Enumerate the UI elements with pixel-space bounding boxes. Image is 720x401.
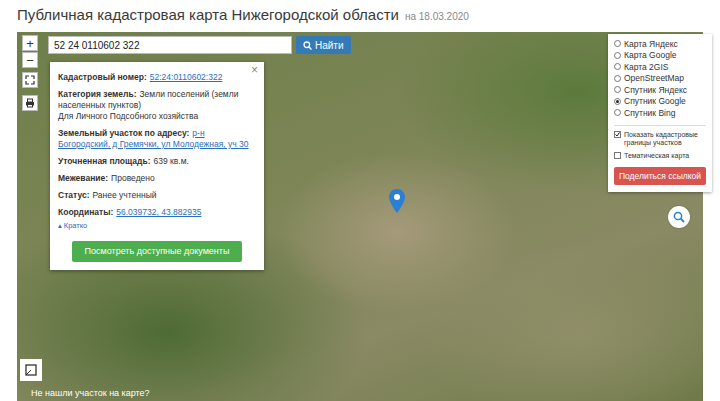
page-date: на 18.03.2020 xyxy=(405,11,469,22)
info-row: Уточненная площадь:639 кв.м. xyxy=(58,156,256,167)
magnifier-icon xyxy=(673,211,685,223)
layer-option[interactable]: Карта Google xyxy=(614,50,706,62)
pin-icon xyxy=(389,189,405,213)
info-label: Статус: xyxy=(58,190,89,200)
page-title: Публичная кадастровая карта Нижегородско… xyxy=(17,6,399,23)
layer-option[interactable]: Карта Яндекс xyxy=(614,38,706,50)
info-row: Категория земель:Земли поселений (земли … xyxy=(58,89,256,122)
layer-option[interactable]: OpenStreetMap xyxy=(614,73,706,85)
layer-radio[interactable] xyxy=(614,86,621,93)
layer-option[interactable]: Спутник Google xyxy=(614,96,706,108)
option-checkbox[interactable] xyxy=(614,131,621,138)
layer-radio[interactable] xyxy=(614,109,621,116)
search-icon xyxy=(303,41,312,50)
zoom-controls: +− xyxy=(22,35,38,68)
close-button[interactable]: × xyxy=(251,65,258,76)
info-link[interactable]: 52:24:0110602:322 xyxy=(150,72,223,82)
info-row: Межевание:Проведено xyxy=(58,173,256,184)
map-pin[interactable] xyxy=(389,189,405,217)
page-header: Публичная кадастровая карта Нижегородско… xyxy=(0,0,720,28)
info-label: Кадастровый номер: xyxy=(58,72,147,82)
option-row[interactable]: Показать кадастровые границы участков xyxy=(614,131,706,148)
collapse-label: Кратко xyxy=(64,220,88,231)
square-icon xyxy=(25,364,37,376)
map-view[interactable]: +−Найти×Кадастровый номер:52:24:0110602:… xyxy=(17,32,703,401)
search-input[interactable] xyxy=(48,36,292,54)
option-row[interactable]: Тематическая карта xyxy=(614,152,706,161)
collapse-toggle[interactable]: ▴Кратко xyxy=(58,220,256,231)
search-bar: Найти xyxy=(48,36,351,54)
zoom-in-button[interactable]: + xyxy=(22,35,38,51)
search-button[interactable]: Найти xyxy=(296,36,351,54)
layer-radio[interactable] xyxy=(614,98,621,105)
layer-label: Спутник Bing xyxy=(624,108,675,118)
documents-button[interactable]: Посмотреть доступные документы xyxy=(72,241,242,262)
layer-label: Спутник Яндекс xyxy=(624,85,687,95)
info-label: Земельный участок по адресу: xyxy=(58,128,189,138)
info-label: Межевание: xyxy=(58,173,108,183)
layers-toggle-button[interactable] xyxy=(20,359,42,381)
info-row: Кадастровый номер:52:24:0110602:322 xyxy=(58,72,256,83)
fullscreen-icon xyxy=(25,75,35,85)
option-checkbox[interactable] xyxy=(614,152,621,159)
info-row: Координаты:56.039732, 43.882935 xyxy=(58,207,256,218)
check-icon xyxy=(615,132,620,137)
layer-option[interactable]: Спутник Яндекс xyxy=(614,84,706,96)
layers-panel: Карта ЯндексКарта Google Карта 2GISOpenSt… xyxy=(608,34,712,192)
search-button-label: Найти xyxy=(315,40,344,51)
layer-label: Спутник Google xyxy=(624,96,686,106)
info-label: Категория земель: xyxy=(58,89,136,99)
info-row: Земельный участок по адресу:р-н Богородс… xyxy=(58,128,256,150)
option-label: Тематическая карта xyxy=(624,152,689,161)
info-note: Для Личного Подсобного хозяйства xyxy=(58,111,256,122)
option-label: Показать кадастровые границы участков xyxy=(624,131,706,148)
layer-label: Карта Google xyxy=(624,50,677,60)
info-label: Уточненная площадь: xyxy=(58,156,151,166)
map-options: Показать кадастровые границы участков Тем… xyxy=(614,125,706,161)
layer-radio[interactable] xyxy=(614,75,621,82)
layer-label: Карта 2GIS xyxy=(624,62,668,72)
info-label: Координаты: xyxy=(58,207,113,217)
info-value: 639 кв.м. xyxy=(154,156,189,166)
layer-radio[interactable] xyxy=(614,40,621,47)
printer-icon xyxy=(25,98,35,108)
layer-option[interactable]: Карта 2GIS xyxy=(614,61,706,73)
layer-label: Карта Яндекс xyxy=(624,39,678,49)
zoom-out-button[interactable]: − xyxy=(22,52,38,68)
layer-option[interactable]: Спутник Bing xyxy=(614,107,706,119)
info-row: Статус:Ранее учтенный xyxy=(58,190,256,201)
info-value: Ранее учтенный xyxy=(92,190,156,200)
collapse-icon: ▴ xyxy=(58,220,62,231)
print-button[interactable] xyxy=(22,95,38,111)
not-found-link[interactable]: Не нашли участок на карте? xyxy=(31,388,150,398)
layer-radio[interactable] xyxy=(614,52,621,59)
fullscreen-button[interactable] xyxy=(22,72,38,88)
info-value: Проведено xyxy=(111,173,155,183)
info-link[interactable]: 56.039732, 43.882935 xyxy=(116,207,201,217)
parcel-info-popup: ×Кадастровый номер:52:24:0110602:322Кате… xyxy=(50,62,264,270)
layer-radio[interactable] xyxy=(614,63,621,70)
share-link-button[interactable]: Поделиться ссылкой xyxy=(614,167,706,185)
layer-label: OpenStreetMap xyxy=(624,73,684,83)
search-area-button[interactable] xyxy=(668,206,690,228)
